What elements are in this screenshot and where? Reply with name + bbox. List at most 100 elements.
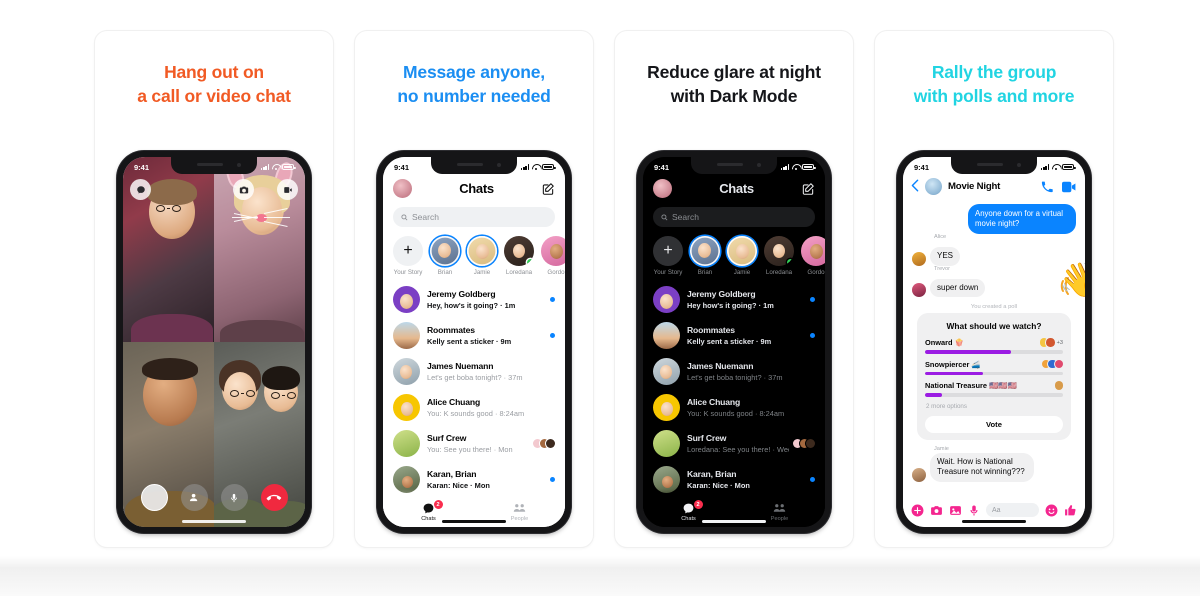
battery-icon [542,164,556,170]
emoji-icon[interactable] [1045,504,1058,517]
gallery-bottom-shadow [0,556,1200,596]
story-item-brian[interactable]: Brian [690,236,720,276]
gallery-icon[interactable] [949,504,962,517]
poll-option-voters [1054,381,1063,390]
story-item-gordo[interactable]: Gordo [541,236,565,276]
add-person-button[interactable] [180,484,208,511]
search-placeholder: Search [672,212,699,222]
chat-list[interactable]: Jeremy Goldberg Hey how's it going? · 1m… [643,280,825,499]
story-label: Brian [437,268,453,276]
video-camera-icon[interactable] [277,179,298,200]
poll-option-label: Snowpiercer 🚄 [925,359,981,369]
stories-row: + Your Story Brian Jamie Loredana Gordo [383,227,565,280]
story-label: Your Story [653,268,683,276]
page-title: Chats [719,181,754,196]
back-chevron-icon[interactable] [911,179,919,194]
chat-bubble-icon: 2 [667,500,711,515]
poll-card[interactable]: What should we watch? Onward 🍿 +3 Snowpi… [917,313,1071,440]
table-row[interactable]: Karan, Brian Karan: Nice · Mon [643,462,825,498]
story-item-your-story[interactable]: + Your Story [393,236,423,276]
add-story-icon[interactable]: + [653,236,683,266]
chat-preview: Kelly sent a sticker [427,336,494,346]
video-pane-top-left[interactable] [123,157,214,342]
thread-title: Movie Night [948,181,1001,192]
phone-call-icon[interactable] [1041,181,1053,193]
search-input[interactable]: Search [653,207,815,227]
message-input[interactable]: Aa [986,503,1039,517]
profile-avatar[interactable] [653,179,672,198]
story-item-jamie[interactable]: Jamie [727,236,757,276]
chat-preview: Hey how's it going? [687,300,757,310]
story-label: Gordo [807,268,825,276]
status-time: 9:41 [394,162,410,172]
table-row[interactable]: Roommates Kelly sent a sticker · 9m [643,318,825,354]
chat-time: 9m [760,336,772,346]
camera-icon[interactable] [930,504,943,517]
cellular-signal-icon [521,164,529,170]
message-incoming: YES [930,247,961,266]
screenshot-card-call[interactable]: Hang out on a call or video chat 9:41 [94,30,334,548]
table-row[interactable]: Surf Crew Loredana: See you there! · Wed [643,426,825,462]
table-row[interactable]: Roommates Kelly sent a sticker · 9m [383,318,565,354]
compose-icon[interactable] [541,182,555,196]
end-call-button[interactable] [260,484,288,511]
effects-button[interactable] [140,484,168,511]
camera-effects-icon[interactable] [233,179,254,200]
message-list[interactable]: Anyone down for a virtual movie night? A… [903,201,1085,498]
video-call-grid [123,157,305,527]
avatar [393,358,420,385]
table-row[interactable]: Karan, Brian Karan: Nice · Mon [383,462,565,498]
video-pane-top-right[interactable] [214,157,305,342]
screenshot-card-dark-mode[interactable]: Reduce glare at night with Dark Mode 9:4… [614,30,854,548]
chat-time: 37m [768,372,783,382]
plus-circle-icon[interactable] [911,504,924,517]
table-row[interactable]: Alice Chuang You: K sounds good · 8:24am [643,390,825,426]
story-item-jamie[interactable]: Jamie [467,236,497,276]
poll-option-label: National Treasure 🇺🇸🇺🇸🇺🇸 [925,381,1017,391]
story-item-your-story[interactable]: + Your Story [653,236,683,276]
poll-option[interactable]: National Treasure 🇺🇸🇺🇸🇺🇸 [925,381,1063,397]
story-avatar [541,236,565,266]
story-avatar [727,236,757,266]
avatar [393,322,420,349]
story-item-brian[interactable]: Brian [430,236,460,276]
mute-button[interactable] [220,484,248,511]
poll-question: What should we watch? [946,321,1042,331]
compose-icon[interactable] [801,182,815,196]
table-row[interactable]: Surf Crew You: See you there! · Mon [383,426,565,462]
microphone-icon[interactable] [968,504,980,517]
people-icon [758,501,802,515]
chat-bubble-icon[interactable] [130,179,151,200]
thumbs-up-icon[interactable] [1064,504,1077,517]
thread-avatar[interactable] [925,178,942,195]
table-row[interactable]: Alice Chuang You: K sounds good · 8:24am [383,390,565,426]
story-item-gordo[interactable]: Gordo [801,236,825,276]
message-group: Wait. How is National Treasure not winni… [912,452,1076,482]
screenshot-card-polls[interactable]: Rally the group with polls and more 9:41 [874,30,1114,548]
table-row[interactable]: James Nuemann Let's get boba tonight? · … [643,354,825,390]
story-item-loredana[interactable]: Loredana [504,236,534,276]
chat-list[interactable]: Jeremy Goldberg Hey, how's it going? · 1… [383,280,565,499]
avatar [393,430,420,457]
story-item-loredana[interactable]: Loredana [764,236,794,276]
screenshot-card-message[interactable]: Message anyone, no number needed 9:41 Ch… [354,30,594,548]
avatar [653,286,680,313]
chat-time: 37m [508,372,523,382]
table-row[interactable]: James Nuemann Let's get boba tonight? · … [383,354,565,390]
chat-time: Mon [734,480,750,490]
table-row[interactable]: Jeremy Goldberg Hey, how's it going? · 1… [383,282,565,318]
add-story-icon[interactable]: + [393,236,423,266]
phone-mockup-call: 9:41 [117,151,311,533]
table-row[interactable]: Jeremy Goldberg Hey how's it going? · 1m [643,282,825,318]
home-indicator [702,519,766,523]
search-input[interactable]: Search [393,207,555,227]
video-call-icon[interactable] [1062,181,1076,193]
poll-more-options[interactable]: 2 more options [926,403,1063,410]
poll-option[interactable]: Onward 🍿 +3 [925,338,1063,354]
card-title-call: Hang out on a call or video chat [137,62,291,106]
cellular-signal-icon [261,164,269,170]
vote-button[interactable]: Vote [925,415,1063,433]
profile-avatar[interactable] [393,179,412,198]
poll-option[interactable]: Snowpiercer 🚄 [925,360,1063,376]
story-label: Loredana [505,268,533,276]
